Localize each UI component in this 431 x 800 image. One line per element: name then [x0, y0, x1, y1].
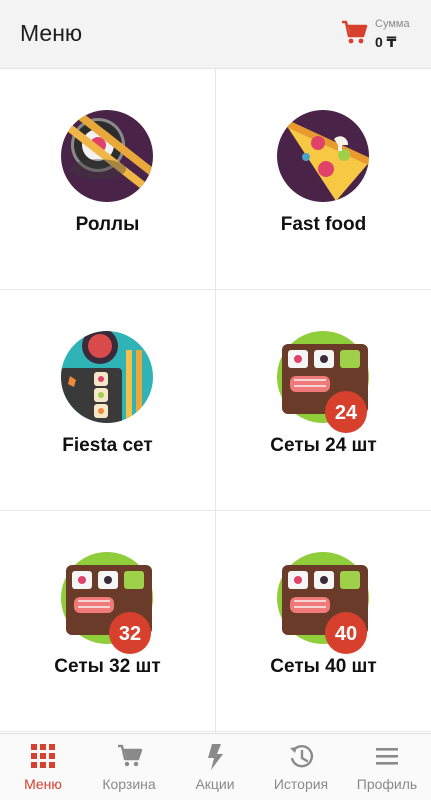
pizza-icon	[277, 110, 369, 202]
category-label: Fast food	[280, 214, 367, 235]
category-tile-sets-24[interactable]: 24 Сеты 24 шт	[216, 290, 431, 510]
sum-value: 0 ₸	[375, 34, 397, 50]
grid-divider	[0, 731, 431, 732]
app-header: Меню Сумма 0 ₸	[0, 0, 431, 69]
category-grid: Роллы Fast food Fiesta сет 24 Сеты 24 шт…	[0, 69, 431, 733]
category-tile-sets-40[interactable]: 40 Сеты 40 шт	[216, 511, 431, 731]
category-tile-fast-food[interactable]: Fast food	[216, 69, 431, 289]
tab-label: Профиль	[356, 776, 418, 792]
grid-divider	[215, 69, 216, 733]
grid-divider	[0, 289, 431, 290]
tab-promotions[interactable]: Акции	[172, 734, 258, 800]
badge-text: 24	[335, 402, 358, 424]
grid-divider	[0, 510, 431, 511]
tab-cart[interactable]: Корзина	[86, 734, 172, 800]
page-title: Меню	[20, 20, 83, 46]
tab-menu[interactable]: Меню	[0, 734, 86, 800]
tab-label: Корзина	[102, 776, 156, 792]
tab-label: Меню	[24, 776, 62, 792]
tab-history[interactable]: История	[258, 734, 344, 800]
tab-label: История	[273, 776, 329, 792]
badge-24-icon: 24	[325, 391, 367, 433]
badge-text: 32	[119, 623, 141, 645]
badge-text: 40	[335, 623, 357, 645]
badge-32-icon: 32	[109, 612, 151, 654]
category-label: Сеты 32 шт	[54, 656, 161, 677]
category-tile-fiesta-set[interactable]: Fiesta сет	[0, 290, 215, 510]
category-label: Сеты 24 шт	[270, 435, 377, 456]
category-label: Fiesta сет	[62, 435, 153, 456]
category-label: Роллы	[75, 214, 140, 235]
menu-lines-icon	[376, 748, 398, 765]
fiesta-set-icon	[61, 331, 153, 423]
tab-profile[interactable]: Профиль	[344, 734, 430, 800]
history-icon	[290, 745, 313, 768]
cart-summary[interactable]: Сумма 0 ₸	[341, 16, 427, 54]
sum-label: Сумма	[375, 18, 410, 30]
cart-icon	[118, 744, 143, 767]
tab-label: Акции	[195, 776, 235, 792]
badge-40-icon: 40	[325, 612, 367, 654]
bottom-tab-bar: Меню Корзина Акции История Профиль	[0, 733, 431, 800]
category-tile-rolls[interactable]: Роллы	[0, 69, 215, 289]
lightning-icon	[208, 744, 223, 770]
rolls-icon	[61, 110, 153, 202]
category-label: Сеты 40 шт	[270, 656, 377, 677]
category-tile-sets-32[interactable]: 32 Сеты 32 шт	[0, 511, 215, 731]
cart-icon	[342, 20, 368, 44]
grid-icon	[31, 744, 55, 768]
